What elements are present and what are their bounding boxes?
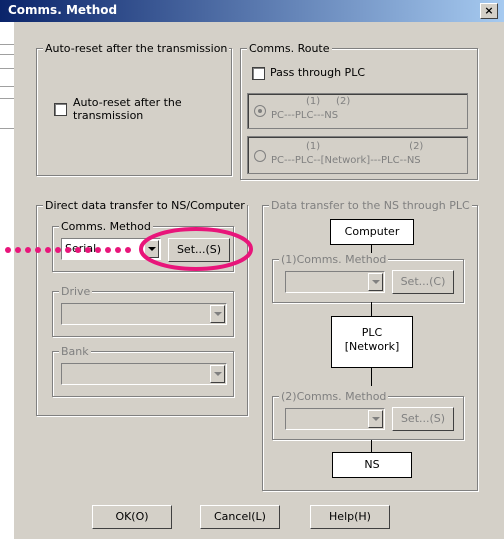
chevron-down-icon[interactable]	[210, 305, 225, 323]
plc-transfer-legend: Data transfer to the NS through PLC	[269, 199, 472, 212]
route-option-1-numbers: (1) (2)	[306, 96, 351, 107]
set-c-button[interactable]: Set...(C)	[392, 270, 454, 294]
route-option-1-path: PC---PLC---NS	[271, 110, 339, 121]
drive-select[interactable]	[61, 303, 227, 325]
close-button[interactable]: ×	[480, 3, 498, 19]
comms1-legend: (1)Comms. Method	[279, 253, 389, 266]
route-option-1-radio[interactable]	[254, 105, 266, 117]
computer-node: Computer	[330, 219, 414, 245]
route-option-2-radio[interactable]	[254, 150, 266, 162]
connector-line	[371, 368, 372, 386]
drive-legend: Drive	[59, 285, 93, 298]
pass-through-plc-checkbox[interactable]	[252, 67, 265, 80]
route-option-2-numbers: (1) (2)	[306, 141, 424, 152]
comms1-select[interactable]	[285, 271, 385, 293]
comms2-legend: (2)Comms. Method	[279, 390, 389, 403]
comms-route-legend: Comms. Route	[247, 42, 332, 55]
plc-network-node: PLC [Network]	[331, 316, 413, 368]
plc-label: PLC	[361, 326, 383, 339]
bank-legend: Bank	[59, 345, 91, 358]
route-option-2-path: PC---PLC--[Network]---PLC--NS	[271, 155, 421, 166]
direct-transfer-legend: Direct data transfer to NS/Computer	[43, 199, 247, 212]
help-button[interactable]: Help(H)	[310, 505, 390, 529]
ok-button[interactable]: OK(O)	[92, 505, 172, 529]
connector-line	[371, 302, 372, 316]
connector-line	[371, 440, 372, 452]
plc-network-label: [Network]	[344, 340, 400, 353]
cancel-button[interactable]: Cancel(L)	[200, 505, 280, 529]
auto-reset-checkbox[interactable]	[54, 103, 67, 116]
chevron-down-icon[interactable]	[368, 273, 383, 291]
auto-reset-checkbox-label: Auto-reset after the transmission	[73, 96, 182, 122]
pass-through-plc-label: Pass through PLC	[270, 66, 365, 79]
set-s-button[interactable]: Set...(S)	[392, 407, 454, 431]
annotation-dots	[5, 247, 131, 253]
annotation-ellipse	[139, 227, 253, 271]
annotation-highlight	[5, 227, 253, 271]
window-title: Comms. Method	[8, 3, 118, 17]
bank-select[interactable]	[61, 363, 227, 385]
chevron-down-icon[interactable]	[210, 365, 225, 383]
auto-reset-legend: Auto-reset after the transmission	[43, 42, 230, 55]
comms2-select[interactable]	[285, 408, 385, 430]
chevron-down-icon[interactable]	[368, 410, 383, 428]
background-window-strip	[0, 22, 14, 539]
ns-node: NS	[332, 452, 412, 478]
